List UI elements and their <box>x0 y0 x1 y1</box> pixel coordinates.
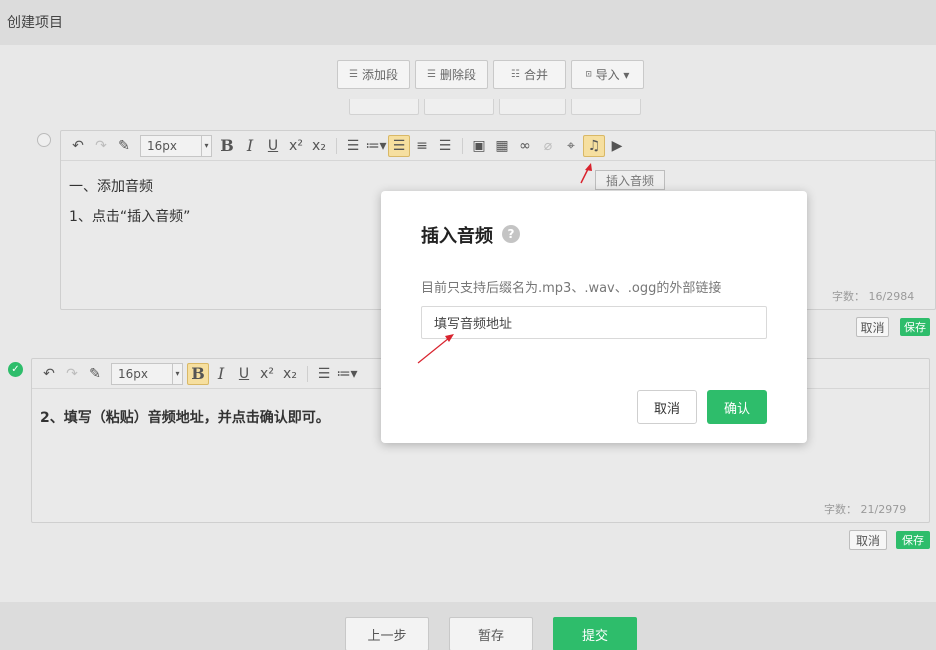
save-button[interactable]: 保存 <box>900 318 930 336</box>
bold-icon[interactable]: B <box>216 135 238 157</box>
subscript-icon[interactable]: x₂ <box>279 363 301 385</box>
import-button[interactable]: ⊡ 导入 ▾ <box>571 60 644 89</box>
insert-audio-tooltip: 插入音频 <box>595 170 665 190</box>
redo-icon[interactable]: ↷ <box>90 135 112 157</box>
undo-icon[interactable]: ↶ <box>67 135 89 157</box>
toolbar-divider <box>307 365 308 382</box>
undo-icon[interactable]: ↶ <box>38 363 60 385</box>
submit-button[interactable]: 提交 <box>553 617 637 650</box>
list-icon[interactable]: ≔▾ <box>365 135 387 157</box>
font-size-select[interactable]: 16px ▾ <box>111 362 183 385</box>
align-left-icon[interactable]: ☰ <box>388 134 410 157</box>
add-segment-icon: ☰ <box>349 69 358 80</box>
merge-icon: ☷ <box>511 69 520 80</box>
format-painter-icon[interactable]: ✎ <box>84 363 106 385</box>
dialog-hint: 目前只支持后缀名为.mp3、.wav、.ogg的外部链接 <box>421 281 722 296</box>
word-counter: 字数： 21/2979 <box>824 503 907 516</box>
underline-icon[interactable]: U <box>262 135 284 157</box>
table-icon[interactable]: ▦ <box>491 135 513 157</box>
draft-save-button[interactable]: 暂存 <box>449 617 533 650</box>
chevron-down-icon: ▾ <box>201 135 211 156</box>
superscript-icon[interactable]: x² <box>256 363 278 385</box>
unlink-icon[interactable]: ⌀ <box>537 135 559 157</box>
chevron-down-icon: ▾ <box>172 363 182 384</box>
import-icon: ⊡ <box>585 69 592 80</box>
video-icon[interactable]: ▶ <box>606 135 628 157</box>
font-size-select[interactable]: 16px ▾ <box>140 134 212 157</box>
ghost-toolbar-item <box>499 99 566 115</box>
editor-text-line: 2、填写（粘贴）音频地址，并点击确认即可。 <box>40 410 330 426</box>
dialog-cancel-button[interactable]: 取消 <box>637 390 697 424</box>
toolbar-divider <box>462 137 463 154</box>
format-painter-icon[interactable]: ✎ <box>113 135 135 157</box>
footer-bar: 上一步 暂存 提交 <box>0 602 936 650</box>
cancel-button[interactable]: 取消 <box>856 317 889 337</box>
ghost-toolbar-item <box>349 99 419 115</box>
toolbar-divider <box>336 137 337 154</box>
segment-radio-1[interactable] <box>37 133 51 147</box>
save-button[interactable]: 保存 <box>896 531 930 549</box>
audio-url-input[interactable] <box>421 306 767 339</box>
segment-check-icon[interactable]: ✓ <box>8 362 23 377</box>
dialog-title: 插入音频 <box>421 226 493 247</box>
bold-icon[interactable]: B <box>187 362 209 385</box>
italic-icon[interactable]: I <box>239 135 261 157</box>
redo-icon[interactable]: ↷ <box>61 363 83 385</box>
cancel-button[interactable]: 取消 <box>849 530 887 550</box>
link-icon[interactable]: ∞ <box>514 135 536 157</box>
map-icon[interactable]: ⌖ <box>560 135 582 157</box>
add-segment-button[interactable]: ☰ 添加段 <box>337 60 410 89</box>
insert-audio-icon[interactable]: ♫ <box>583 134 605 157</box>
align-center-icon[interactable]: ≡ <box>411 135 433 157</box>
italic-icon[interactable]: I <box>210 363 232 385</box>
word-counter: 字数： 16/2984 <box>832 290 915 303</box>
editor-text-line: 一、添加音频 <box>69 179 153 195</box>
editor-text-line: 1、点击“插入音频” <box>69 209 191 225</box>
ghost-toolbar-item <box>571 99 641 115</box>
ghost-toolbar-item <box>424 99 494 115</box>
insert-audio-dialog: 插入音频 ? 目前只支持后缀名为.mp3、.wav、.ogg的外部链接 取消 确… <box>381 191 807 443</box>
page-title: 创建项目 <box>7 15 63 31</box>
merge-button[interactable]: ☷ 合并 <box>493 60 566 89</box>
paragraph-icon[interactable]: ☰ <box>342 135 364 157</box>
list-icon[interactable]: ≔▾ <box>336 363 358 385</box>
superscript-icon[interactable]: x² <box>285 135 307 157</box>
dialog-confirm-button[interactable]: 确认 <box>707 390 767 424</box>
top-bar: 创建项目 <box>0 0 936 45</box>
subscript-icon[interactable]: x₂ <box>308 135 330 157</box>
image-icon[interactable]: ▣ <box>468 135 490 157</box>
paragraph-icon[interactable]: ☰ <box>313 363 335 385</box>
help-icon[interactable]: ? <box>502 225 520 243</box>
editor-toolbar-1: ↶ ↷ ✎ 16px ▾ B I U x² x₂ ☰ ≔▾ ☰ ≡ ☰ ▣ ▦ … <box>61 131 935 161</box>
underline-icon[interactable]: U <box>233 363 255 385</box>
delete-segment-button[interactable]: ☰ 删除段 <box>415 60 488 89</box>
align-right-icon[interactable]: ☰ <box>434 135 456 157</box>
previous-step-button[interactable]: 上一步 <box>345 617 429 650</box>
delete-segment-icon: ☰ <box>427 69 436 80</box>
